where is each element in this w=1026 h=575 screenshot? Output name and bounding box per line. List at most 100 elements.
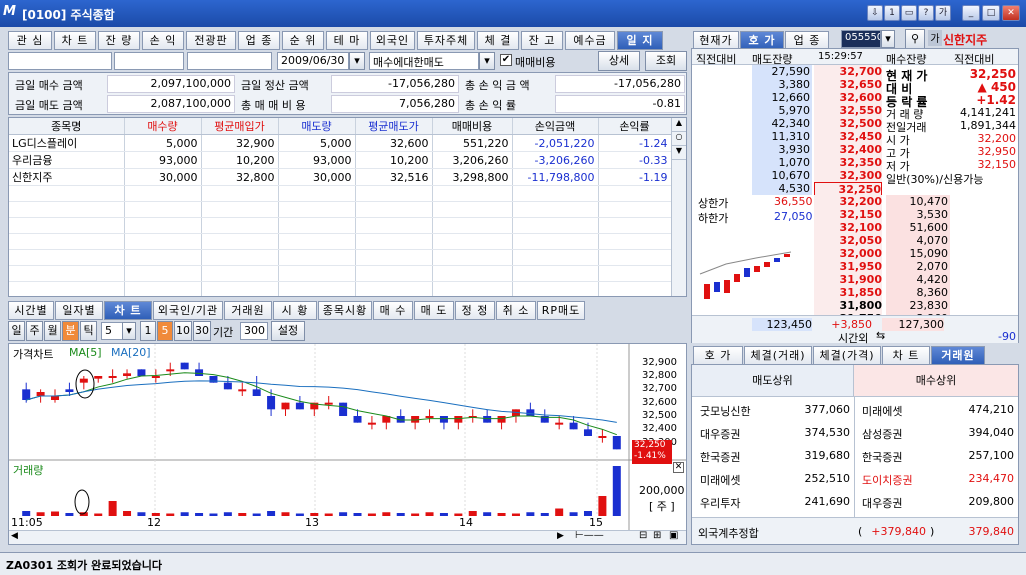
table-row[interactable]: [9, 265, 672, 282]
bid-volume[interactable]: 15,090: [886, 247, 949, 260]
copy-screen-button[interactable]: ▭: [901, 5, 917, 21]
ask-price[interactable]: 32,550: [814, 104, 882, 117]
ask-price[interactable]: 32,700: [814, 65, 882, 78]
bottom-tab-0[interactable]: 호 가: [693, 346, 743, 365]
zoom-in-icon[interactable]: ⊞: [653, 530, 661, 541]
scroll-up-icon[interactable]: ▲: [672, 118, 686, 132]
interval-select[interactable]: 5: [101, 322, 123, 340]
ask-price[interactable]: 32,650: [814, 78, 882, 91]
tab-0[interactable]: 관 심: [8, 31, 52, 50]
chart-tab-0[interactable]: 시간별: [8, 301, 54, 320]
ask-volume[interactable]: 10,670: [752, 169, 811, 182]
buy-broker-name[interactable]: 삼성증권: [862, 426, 902, 442]
tab-13[interactable]: 일 지: [617, 31, 663, 50]
zoom-slider[interactable]: ⊢——: [575, 530, 604, 541]
bottom-tab-1[interactable]: 체결(거래): [744, 346, 812, 365]
interval-button-1[interactable]: 5: [157, 321, 173, 341]
chart-tab-4[interactable]: 거래원: [224, 301, 272, 320]
ask-price[interactable]: 32,500: [814, 117, 882, 130]
code-dropdown-icon[interactable]: ▾: [881, 30, 895, 48]
help-button[interactable]: ?: [918, 5, 934, 21]
bottom-tab-4[interactable]: 거래원: [931, 346, 985, 365]
chart-tab-1[interactable]: 일자별: [55, 301, 103, 320]
account-name-input[interactable]: [114, 52, 184, 70]
buy-broker-name[interactable]: 대우증권: [862, 495, 902, 511]
search-icon[interactable]: ⚲: [905, 29, 925, 49]
chart-scrollbar[interactable]: ◀ ▶ ⊢—— ⊟ ⊞ ▣: [9, 530, 686, 544]
bid-price[interactable]: 31,850: [814, 286, 882, 299]
table-row[interactable]: [9, 233, 672, 250]
interval-button-3[interactable]: 30: [193, 321, 211, 341]
table-row[interactable]: LG디스플레이 5,000 32,900 5,000 32,600 551,220 -2,0…: [9, 134, 672, 152]
chart-tab-7[interactable]: 매 수: [373, 301, 413, 320]
column-header[interactable]: 매수량: [124, 118, 202, 135]
ask-volume[interactable]: 11,310: [752, 130, 811, 143]
table-scrollbar[interactable]: ▲ ○ ▼: [671, 118, 686, 296]
table-row[interactable]: [9, 281, 672, 296]
chart-settings-icon[interactable]: ▣: [669, 530, 678, 541]
sell-broker-name[interactable]: 우리투자: [700, 495, 740, 511]
tab-11[interactable]: 잔 고: [521, 31, 563, 50]
font-button[interactable]: 가: [935, 5, 951, 21]
tab-3[interactable]: 손 익: [142, 31, 184, 50]
column-header[interactable]: 손익금액: [512, 118, 599, 135]
ask-volume[interactable]: 27,590: [752, 65, 811, 78]
account-input[interactable]: [8, 52, 112, 70]
close-icon[interactable]: ✕: [1002, 5, 1020, 21]
swap-icon[interactable]: ⇆: [876, 329, 885, 342]
date-input[interactable]: 2009/06/30: [277, 52, 349, 70]
bid-price[interactable]: 31,950: [814, 260, 882, 273]
cost-checkbox[interactable]: ✔: [500, 54, 512, 66]
tab-5[interactable]: 업 종: [238, 31, 280, 50]
stock-code-input[interactable]: 055550: [841, 30, 881, 48]
ask-volume[interactable]: 3,380: [752, 78, 811, 91]
column-header[interactable]: 평균매입가: [201, 118, 279, 135]
tab-8[interactable]: 외국인: [370, 31, 415, 50]
column-header[interactable]: 매도량: [278, 118, 356, 135]
dock-button[interactable]: ⇩: [867, 5, 883, 21]
interval-dropdown-icon[interactable]: ▾: [122, 322, 136, 340]
period-button-1[interactable]: 주: [26, 321, 43, 341]
table-row[interactable]: [9, 185, 672, 202]
ask-volume[interactable]: 1,070: [752, 156, 811, 169]
settings-button[interactable]: 설정: [271, 321, 305, 341]
bid-price[interactable]: 32,050: [814, 234, 882, 247]
chart-tab-8[interactable]: 매 도: [414, 301, 454, 320]
bid-price[interactable]: 31,900: [814, 273, 882, 286]
buy-broker-name[interactable]: 미래에셋: [862, 403, 902, 419]
trade-type-select[interactable]: 매수에대한매도: [369, 52, 479, 70]
password-input[interactable]: [187, 52, 272, 70]
tab-7[interactable]: 테 마: [326, 31, 368, 50]
search-button[interactable]: 조회: [645, 51, 687, 71]
bid-volume[interactable]: 23,830: [886, 299, 949, 312]
interval-button-0[interactable]: 1: [140, 321, 156, 341]
bid-volume[interactable]: 51,600: [886, 221, 949, 234]
korean-toggle[interactable]: 가: [928, 30, 942, 46]
ask-price[interactable]: 32,600: [814, 91, 882, 104]
column-header[interactable]: 종목명: [9, 118, 125, 135]
buy-broker-name[interactable]: 도이치증권: [862, 472, 913, 488]
chart-tab-11[interactable]: RP매도: [537, 301, 585, 320]
tab-4[interactable]: 전광판: [186, 31, 236, 50]
bid-volume[interactable]: 4,070: [886, 234, 949, 247]
sell-broker-name[interactable]: 미래에셋: [700, 472, 740, 488]
period-button-3[interactable]: 분: [62, 321, 79, 341]
bid-volume[interactable]: 3,530: [886, 208, 949, 221]
close-volume-icon[interactable]: ✕: [673, 462, 684, 473]
sell-broker-name[interactable]: 대우증권: [700, 426, 740, 442]
tab-6[interactable]: 순 위: [282, 31, 324, 50]
chart-tab-3[interactable]: 외국인/기관: [153, 301, 223, 320]
table-row[interactable]: [9, 201, 672, 218]
bid-volume[interactable]: 4,420: [886, 273, 949, 286]
minimize-icon[interactable]: _: [962, 5, 980, 21]
period-button-4[interactable]: 틱: [80, 321, 97, 341]
period-input[interactable]: 300: [240, 322, 268, 340]
column-header[interactable]: 손익률: [598, 118, 672, 135]
ask-volume[interactable]: 12,660: [752, 91, 811, 104]
chart-tab-6[interactable]: 종목시황: [318, 301, 372, 320]
column-header[interactable]: 평균매도가: [355, 118, 433, 135]
link-group-button[interactable]: 1: [884, 5, 900, 21]
ask-volume[interactable]: 5,970: [752, 104, 811, 117]
ask-price[interactable]: 32,400: [814, 143, 882, 156]
table-row[interactable]: 신한지주 30,000 32,800 30,000 32,516 3,298,800 -11…: [9, 168, 672, 186]
